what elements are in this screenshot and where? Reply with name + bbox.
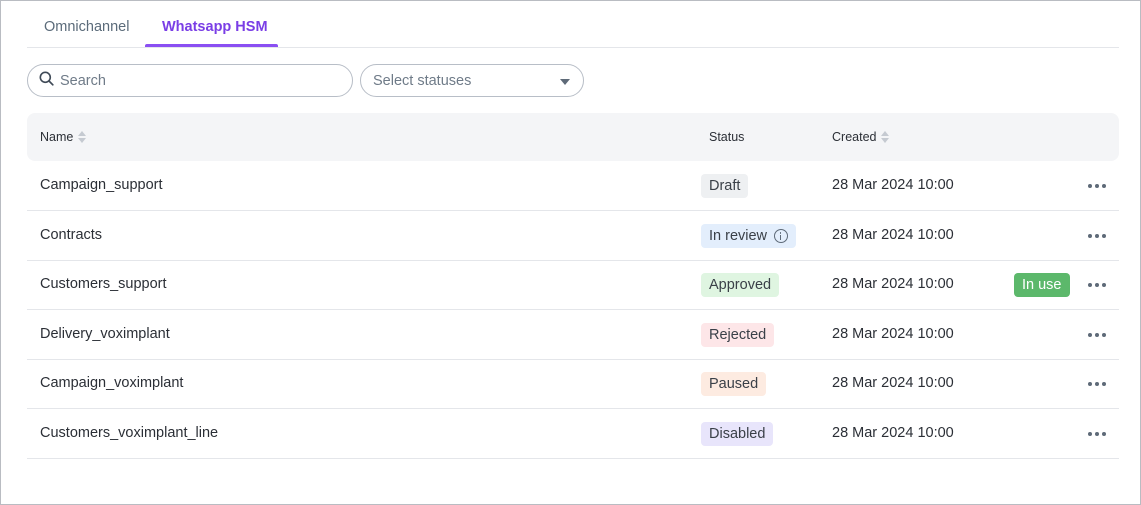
status-label: In review	[709, 228, 768, 244]
status-label: Disabled	[709, 426, 766, 442]
search-field[interactable]	[27, 64, 353, 97]
sort-icon[interactable]	[881, 131, 890, 143]
column-header-created: Created	[832, 130, 890, 144]
page-frame: Omnichannel Whatsapp HSM Select statuses…	[0, 0, 1141, 505]
status-badge: Draft	[701, 174, 749, 198]
tab-bar: Omnichannel Whatsapp HSM	[27, 1, 1119, 48]
search-input[interactable]	[60, 72, 330, 89]
table-header: Name Status Created	[27, 113, 1119, 161]
status-badge: Paused	[701, 372, 767, 396]
table-row[interactable]: Customers_voximplant_line Disabled 28 Ma…	[27, 409, 1119, 459]
more-actions-icon[interactable]	[1087, 327, 1107, 343]
created-date: 28 Mar 2024 10:00	[832, 227, 954, 243]
created-date: 28 Mar 2024 10:00	[832, 425, 954, 441]
sort-icon[interactable]	[78, 131, 87, 143]
created-date: 28 Mar 2024 10:00	[832, 276, 954, 292]
more-actions-icon[interactable]	[1087, 228, 1107, 244]
status-select-placeholder: Select statuses	[373, 72, 472, 89]
table-row[interactable]: Contracts In review 28 Mar 2024 10:00	[27, 211, 1119, 261]
more-actions-icon[interactable]	[1087, 426, 1107, 442]
table-row[interactable]: Campaign_voximplant Paused 28 Mar 2024 1…	[27, 359, 1119, 409]
status-label: Paused	[709, 376, 759, 392]
column-name-label: Name	[40, 130, 74, 144]
status-label: Rejected	[709, 327, 767, 343]
info-icon[interactable]	[774, 229, 789, 243]
status-label: Approved	[709, 277, 772, 293]
more-actions-icon[interactable]	[1087, 178, 1107, 194]
created-date: 28 Mar 2024 10:00	[832, 177, 954, 193]
template-name: Contracts	[40, 227, 103, 243]
tab-whatsapp-hsm[interactable]: Whatsapp HSM	[162, 19, 268, 35]
template-name: Delivery_voximplant	[40, 326, 170, 342]
table-row[interactable]: Customers_support Approved 28 Mar 2024 1…	[27, 260, 1119, 310]
chevron-down-icon	[560, 79, 570, 85]
tab-omnichannel[interactable]: Omnichannel	[44, 19, 129, 35]
column-header-status: Status	[709, 130, 744, 144]
search-icon	[39, 71, 54, 91]
template-name: Campaign_voximplant	[40, 375, 184, 391]
status-badge: In review	[701, 224, 797, 248]
more-actions-icon[interactable]	[1087, 376, 1107, 392]
table-row[interactable]: Campaign_support Draft 28 Mar 2024 10:00	[27, 161, 1119, 211]
column-header-name: Name	[40, 130, 87, 144]
template-name: Customers_voximplant_line	[40, 425, 219, 441]
template-name: Campaign_support	[40, 177, 163, 193]
column-status-label: Status	[709, 130, 745, 144]
table-row[interactable]: Delivery_voximplant Rejected 28 Mar 2024…	[27, 310, 1119, 360]
status-label: Draft	[709, 178, 741, 194]
in-use-badge: In use	[1014, 273, 1070, 297]
created-date: 28 Mar 2024 10:00	[832, 375, 954, 391]
status-badge: Disabled	[701, 422, 774, 446]
more-actions-icon[interactable]	[1087, 277, 1107, 293]
column-created-label: Created	[832, 130, 877, 144]
status-badge: Approved	[701, 273, 780, 297]
active-tab-indicator	[145, 44, 278, 47]
status-select[interactable]: Select statuses	[360, 64, 584, 97]
status-badge: Rejected	[701, 323, 775, 347]
template-name: Customers_support	[40, 276, 167, 292]
created-date: 28 Mar 2024 10:00	[832, 326, 954, 342]
